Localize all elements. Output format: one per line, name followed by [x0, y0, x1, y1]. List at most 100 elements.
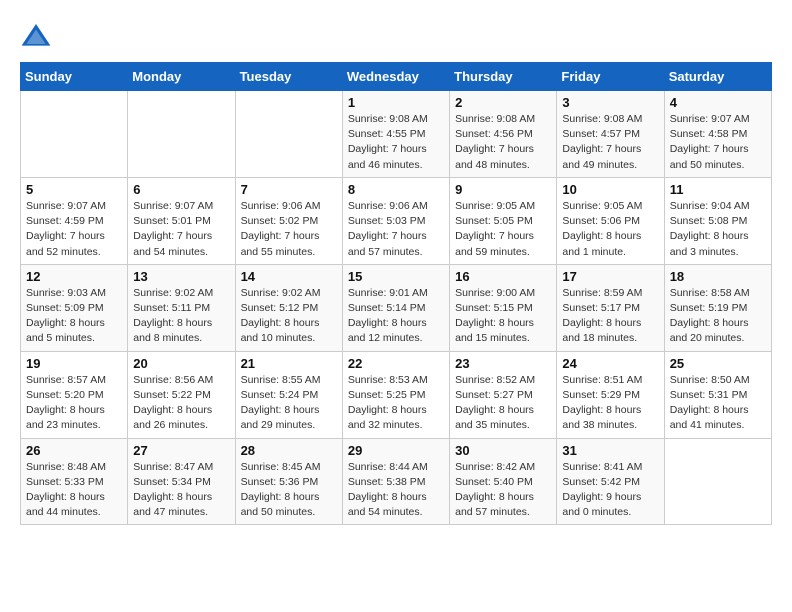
calendar-cell: 9Sunrise: 9:05 AMSunset: 5:05 PMDaylight… [450, 177, 557, 264]
day-number: 16 [455, 269, 551, 284]
day-info: Sunrise: 9:07 AMSunset: 4:59 PMDaylight:… [26, 199, 122, 260]
day-info: Sunrise: 8:57 AMSunset: 5:20 PMDaylight:… [26, 373, 122, 434]
calendar-cell: 14 Sunrise: 9:02 AMSunset: 5:12 PMDayligh… [235, 264, 342, 351]
calendar-cell: 25 Sunrise: 8:50 AMSunset: 5:31 PMDayligh… [664, 351, 771, 438]
day-info: Sunrise: 9:07 AMSunset: 5:01 PMDaylight:… [133, 199, 229, 260]
day-info: Sunrise: 9:08 AMSunset: 4:57 PMDaylight:… [562, 112, 658, 173]
calendar-cell [21, 91, 128, 178]
calendar-cell: 22 Sunrise: 8:53 AMSunset: 5:25 PMDayligh… [342, 351, 449, 438]
calendar-cell: 27Sunrise: 8:47 AMSunset: 5:34 PMDayligh… [128, 438, 235, 525]
day-number: 12 [26, 269, 122, 284]
day-info: Sunrise: 9:02 AMSunset: 5:12 PMDaylight:… [241, 286, 337, 347]
calendar-cell: 18 Sunrise: 8:58 AMSunset: 5:19 PMDayligh… [664, 264, 771, 351]
day-number: 13 [133, 269, 229, 284]
day-number: 28 [241, 443, 337, 458]
day-number: 23 [455, 356, 551, 371]
day-number: 4 [670, 95, 766, 110]
day-info: Sunrise: 9:06 AMSunset: 5:03 PMDaylight:… [348, 199, 444, 260]
logo [20, 20, 54, 52]
day-number: 6 [133, 182, 229, 197]
calendar-cell: 7 Sunrise: 9:06 AMSunset: 5:02 PMDaylight… [235, 177, 342, 264]
weekday-header: Tuesday [235, 63, 342, 91]
weekday-header: Sunday [21, 63, 128, 91]
weekday-header: Monday [128, 63, 235, 91]
day-info: Sunrise: 8:47 AMSunset: 5:34 PMDaylight:… [133, 460, 229, 521]
calendar-cell: 4 Sunrise: 9:07 AMSunset: 4:58 PMDaylight… [664, 91, 771, 178]
day-info: Sunrise: 8:58 AMSunset: 5:19 PMDaylight:… [670, 286, 766, 347]
weekday-header: Friday [557, 63, 664, 91]
day-number: 18 [670, 269, 766, 284]
calendar-cell: 23 Sunrise: 8:52 AMSunset: 5:27 PMDayligh… [450, 351, 557, 438]
day-number: 29 [348, 443, 444, 458]
day-number: 30 [455, 443, 551, 458]
day-info: Sunrise: 8:59 AMSunset: 5:17 PMDaylight:… [562, 286, 658, 347]
calendar-cell: 24 Sunrise: 8:51 AMSunset: 5:29 PMDayligh… [557, 351, 664, 438]
day-info: Sunrise: 9:04 AMSunset: 5:08 PMDaylight:… [670, 199, 766, 260]
day-info: Sunrise: 8:55 AMSunset: 5:24 PMDaylight:… [241, 373, 337, 434]
calendar-cell: 12 Sunrise: 9:03 AMSunset: 5:09 PMDayligh… [21, 264, 128, 351]
day-number: 25 [670, 356, 766, 371]
calendar-cell: 2Sunrise: 9:08 AMSunset: 4:56 PMDaylight… [450, 91, 557, 178]
weekday-header-row: SundayMondayTuesdayWednesdayThursdayFrid… [21, 63, 772, 91]
day-number: 17 [562, 269, 658, 284]
day-number: 1 [348, 95, 444, 110]
day-number: 26 [26, 443, 122, 458]
calendar-cell: 13 Sunrise: 9:02 AMSunset: 5:11 PMDayligh… [128, 264, 235, 351]
calendar-cell: 6 Sunrise: 9:07 AMSunset: 5:01 PMDaylight… [128, 177, 235, 264]
day-number: 11 [670, 182, 766, 197]
day-number: 7 [241, 182, 337, 197]
day-info: Sunrise: 9:08 AMSunset: 4:56 PMDaylight:… [455, 112, 551, 173]
calendar-cell: 30 Sunrise: 8:42 AMSunset: 5:40 PMDayligh… [450, 438, 557, 525]
day-number: 9 [455, 182, 551, 197]
calendar-cell: 29Sunrise: 8:44 AMSunset: 5:38 PMDayligh… [342, 438, 449, 525]
day-number: 24 [562, 356, 658, 371]
day-number: 8 [348, 182, 444, 197]
weekday-header: Wednesday [342, 63, 449, 91]
day-info: Sunrise: 8:51 AMSunset: 5:29 PMDaylight:… [562, 373, 658, 434]
day-info: Sunrise: 9:01 AMSunset: 5:14 PMDaylight:… [348, 286, 444, 347]
day-info: Sunrise: 9:05 AMSunset: 5:06 PMDaylight:… [562, 199, 658, 260]
calendar-cell: 8 Sunrise: 9:06 AMSunset: 5:03 PMDaylight… [342, 177, 449, 264]
day-info: Sunrise: 8:45 AMSunset: 5:36 PMDaylight:… [241, 460, 337, 521]
calendar-cell: 31 Sunrise: 8:41 AMSunset: 5:42 PMDayligh… [557, 438, 664, 525]
day-number: 3 [562, 95, 658, 110]
calendar-week-row: 12 Sunrise: 9:03 AMSunset: 5:09 PMDayligh… [21, 264, 772, 351]
day-info: Sunrise: 9:07 AMSunset: 4:58 PMDaylight:… [670, 112, 766, 173]
calendar-cell: 17 Sunrise: 8:59 AMSunset: 5:17 PMDayligh… [557, 264, 664, 351]
day-number: 31 [562, 443, 658, 458]
day-number: 19 [26, 356, 122, 371]
day-info: Sunrise: 8:56 AMSunset: 5:22 PMDaylight:… [133, 373, 229, 434]
calendar-cell: 3 Sunrise: 9:08 AMSunset: 4:57 PMDaylight… [557, 91, 664, 178]
day-number: 22 [348, 356, 444, 371]
day-info: Sunrise: 8:42 AMSunset: 5:40 PMDaylight:… [455, 460, 551, 521]
day-number: 14 [241, 269, 337, 284]
day-info: Sunrise: 8:50 AMSunset: 5:31 PMDaylight:… [670, 373, 766, 434]
calendar-cell: 5 Sunrise: 9:07 AMSunset: 4:59 PMDaylight… [21, 177, 128, 264]
day-info: Sunrise: 8:41 AMSunset: 5:42 PMDaylight:… [562, 460, 658, 521]
calendar-cell: 21 Sunrise: 8:55 AMSunset: 5:24 PMDayligh… [235, 351, 342, 438]
day-info: Sunrise: 9:02 AMSunset: 5:11 PMDaylight:… [133, 286, 229, 347]
day-info: Sunrise: 8:53 AMSunset: 5:25 PMDaylight:… [348, 373, 444, 434]
day-info: Sunrise: 9:03 AMSunset: 5:09 PMDaylight:… [26, 286, 122, 347]
calendar-week-row: 19 Sunrise: 8:57 AMSunset: 5:20 PMDayligh… [21, 351, 772, 438]
calendar-week-row: 26Sunrise: 8:48 AMSunset: 5:33 PMDayligh… [21, 438, 772, 525]
calendar-cell: 19 Sunrise: 8:57 AMSunset: 5:20 PMDayligh… [21, 351, 128, 438]
weekday-header: Thursday [450, 63, 557, 91]
day-info: Sunrise: 9:00 AMSunset: 5:15 PMDaylight:… [455, 286, 551, 347]
calendar-cell: 16 Sunrise: 9:00 AMSunset: 5:15 PMDayligh… [450, 264, 557, 351]
weekday-header: Saturday [664, 63, 771, 91]
calendar-cell: 15Sunrise: 9:01 AMSunset: 5:14 PMDayligh… [342, 264, 449, 351]
day-info: Sunrise: 9:08 AMSunset: 4:55 PMDaylight:… [348, 112, 444, 173]
logo-icon [20, 20, 52, 52]
calendar-cell: 20Sunrise: 8:56 AMSunset: 5:22 PMDayligh… [128, 351, 235, 438]
day-number: 5 [26, 182, 122, 197]
calendar-week-row: 5 Sunrise: 9:07 AMSunset: 4:59 PMDaylight… [21, 177, 772, 264]
day-number: 21 [241, 356, 337, 371]
day-info: Sunrise: 8:52 AMSunset: 5:27 PMDaylight:… [455, 373, 551, 434]
calendar-cell: 1 Sunrise: 9:08 AMSunset: 4:55 PMDaylight… [342, 91, 449, 178]
day-info: Sunrise: 9:06 AMSunset: 5:02 PMDaylight:… [241, 199, 337, 260]
calendar-week-row: 1 Sunrise: 9:08 AMSunset: 4:55 PMDaylight… [21, 91, 772, 178]
calendar-cell: 28 Sunrise: 8:45 AMSunset: 5:36 PMDayligh… [235, 438, 342, 525]
calendar-cell: 10 Sunrise: 9:05 AMSunset: 5:06 PMDayligh… [557, 177, 664, 264]
day-number: 10 [562, 182, 658, 197]
